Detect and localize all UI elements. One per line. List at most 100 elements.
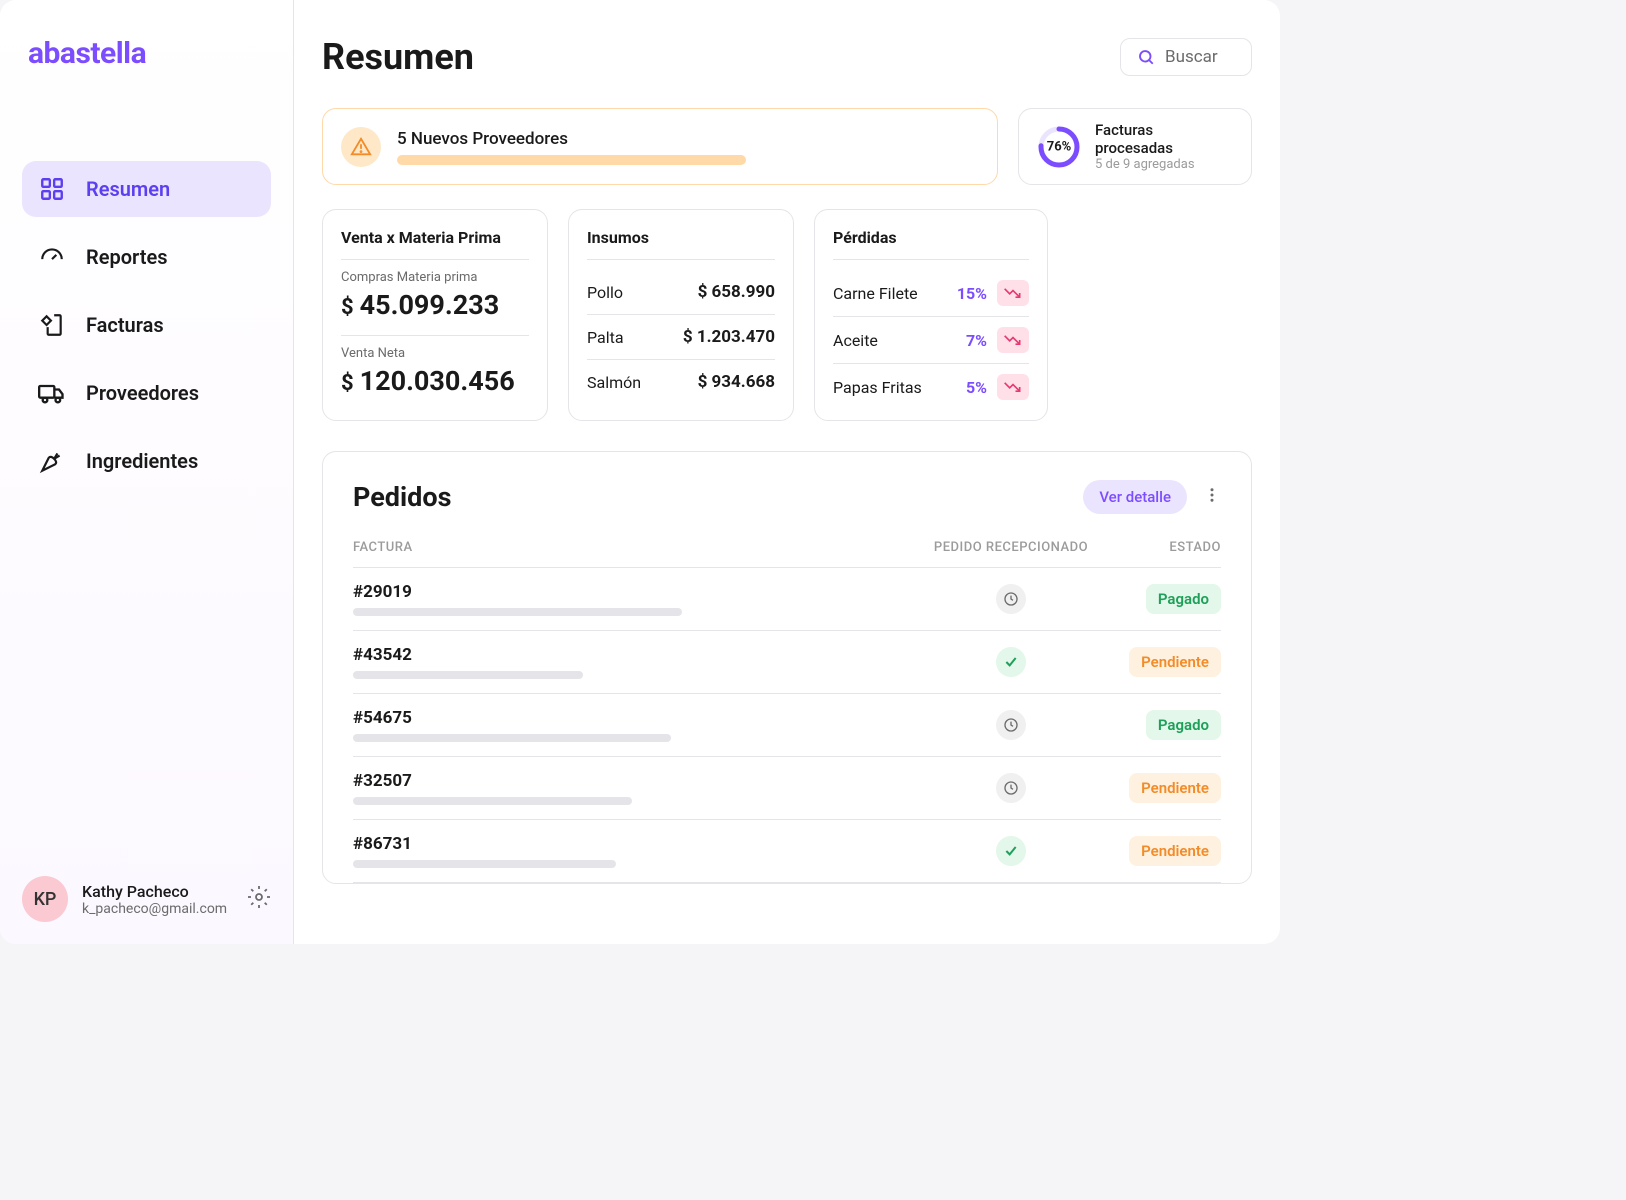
status-badge: Pendiente — [1129, 773, 1221, 803]
kpi-net-label: Venta Neta — [341, 346, 529, 361]
truck-icon — [38, 379, 66, 407]
loss-percent: 7% — [966, 331, 987, 350]
invoice-icon — [38, 311, 66, 339]
order-progress-bar — [353, 671, 583, 679]
status-badge: Pagado — [1146, 710, 1221, 740]
table-row[interactable]: #86731 Pendiente — [353, 820, 1221, 883]
trend-down-icon — [997, 374, 1029, 400]
sidebar-item-label: Proveedores — [86, 381, 199, 405]
sidebar-item-label: Reportes — [86, 245, 167, 269]
stats-title: Facturas procesadas — [1095, 121, 1233, 157]
table-row[interactable]: #29019 Pagado — [353, 568, 1221, 631]
insumo-row: Salmón $ 934.668 — [587, 360, 775, 392]
kpi-title: Pérdidas — [833, 228, 1029, 260]
table-header: FACTURA PEDIDO RECEPCIONADO ESTADO — [353, 540, 1221, 568]
insumo-row: Pollo $ 658.990 — [587, 270, 775, 315]
loss-name: Papas Fritas — [833, 378, 922, 397]
loss-row: Carne Filete 15% — [833, 270, 1029, 317]
header: Resumen Buscar — [322, 36, 1252, 78]
loss-percent: 15% — [957, 284, 987, 303]
order-id: #54675 — [353, 708, 901, 728]
loss-row: Aceite 7% — [833, 317, 1029, 364]
search-label: Buscar — [1165, 47, 1218, 67]
sidebar-item-label: Resumen — [86, 177, 170, 201]
stats-card-invoices[interactable]: 76% Facturas procesadas 5 de 9 agregadas — [1018, 108, 1252, 185]
clock-icon — [996, 710, 1026, 740]
main-content: Resumen Buscar 5 Nuevo — [294, 0, 1280, 944]
user-email: k_pacheco@gmail.com — [82, 901, 233, 917]
order-progress-bar — [353, 860, 616, 868]
trend-down-icon — [997, 327, 1029, 353]
order-id: #29019 — [353, 582, 901, 602]
kpi-card-insumos: Insumos Pollo $ 658.990 Palta $ 1.203.47… — [568, 209, 794, 421]
alert-title: 5 Nuevos Proveedores — [397, 129, 979, 149]
gear-icon[interactable] — [247, 885, 271, 913]
check-icon — [996, 647, 1026, 677]
progress-circle: 76% — [1037, 125, 1081, 169]
user-name: Kathy Pacheco — [82, 882, 233, 901]
avatar[interactable]: KP — [22, 876, 68, 922]
sidebar-item-ingredientes[interactable]: Ingredientes — [22, 433, 271, 489]
gauge-icon — [38, 243, 66, 271]
order-progress-bar — [353, 734, 671, 742]
user-section: KP Kathy Pacheco k_pacheco@gmail.com — [22, 876, 271, 922]
kpi-title: Venta x Materia Prima — [341, 228, 529, 260]
loss-percent: 5% — [966, 378, 987, 397]
insumo-name: Salmón — [587, 373, 641, 392]
th-invoice: FACTURA — [353, 540, 901, 555]
view-detail-button[interactable]: Ver detalle — [1083, 480, 1187, 514]
kpi-purchases-label: Compras Materia prima — [341, 270, 529, 285]
kpi-net-value: $120.030.456 — [341, 365, 529, 397]
order-id: #86731 — [353, 834, 901, 854]
order-id: #32507 — [353, 771, 901, 791]
kpi-purchases-value: $45.099.233 — [341, 289, 529, 321]
order-progress-bar — [353, 797, 632, 805]
alert-progress — [397, 155, 979, 165]
alert-icon — [341, 127, 381, 167]
kpi-card-sales: Venta x Materia Prima Compras Materia pr… — [322, 209, 548, 421]
insumo-value: $ 934.668 — [698, 372, 775, 392]
orders-title: Pedidos — [353, 481, 451, 513]
th-status: ESTADO — [1121, 540, 1221, 555]
loss-name: Aceite — [833, 331, 878, 350]
trend-down-icon — [997, 280, 1029, 306]
status-badge: Pagado — [1146, 584, 1221, 614]
user-info: Kathy Pacheco k_pacheco@gmail.com — [82, 882, 233, 917]
table-row[interactable]: #43542 Pendiente — [353, 631, 1221, 694]
loss-row: Papas Fritas 5% — [833, 364, 1029, 400]
th-received: PEDIDO RECEPCIONADO — [901, 540, 1121, 555]
table-row[interactable]: #54675 Pagado — [353, 694, 1221, 757]
clock-icon — [996, 584, 1026, 614]
sidebar-item-label: Facturas — [86, 313, 164, 337]
alert-card-providers[interactable]: 5 Nuevos Proveedores — [322, 108, 998, 185]
dashboard-icon — [38, 175, 66, 203]
clock-icon — [996, 773, 1026, 803]
loss-name: Carne Filete — [833, 284, 918, 303]
sidebar-item-label: Ingredientes — [86, 449, 198, 473]
progress-percent: 76% — [1047, 139, 1072, 154]
search-input[interactable]: Buscar — [1120, 38, 1252, 76]
order-id: #43542 — [353, 645, 901, 665]
insumo-value: $ 658.990 — [698, 282, 775, 302]
sidebar: abastella Resumen — [0, 0, 294, 944]
logo: abastella — [22, 36, 271, 71]
insumo-value: $ 1.203.470 — [683, 327, 775, 347]
sidebar-item-reportes[interactable]: Reportes — [22, 229, 271, 285]
kpi-card-losses: Pérdidas Carne Filete 15% Aceite 7% — [814, 209, 1048, 421]
sidebar-item-resumen[interactable]: Resumen — [22, 161, 271, 217]
kpi-title: Insumos — [587, 228, 775, 260]
orders-section: Pedidos Ver detalle FACTURA PEDIDO RECEP… — [322, 451, 1252, 884]
carrot-icon — [38, 447, 66, 475]
status-badge: Pendiente — [1129, 647, 1221, 677]
sidebar-item-proveedores[interactable]: Proveedores — [22, 365, 271, 421]
more-vertical-icon[interactable] — [1203, 486, 1221, 508]
insumo-name: Palta — [587, 328, 624, 347]
page-title: Resumen — [322, 36, 474, 78]
order-progress-bar — [353, 608, 682, 616]
stats-subtitle: 5 de 9 agregadas — [1095, 157, 1233, 172]
status-badge: Pendiente — [1129, 836, 1221, 866]
sidebar-item-facturas[interactable]: Facturas — [22, 297, 271, 353]
insumo-name: Pollo — [587, 283, 623, 302]
insumo-row: Palta $ 1.203.470 — [587, 315, 775, 360]
table-row[interactable]: #32507 Pendiente — [353, 757, 1221, 820]
